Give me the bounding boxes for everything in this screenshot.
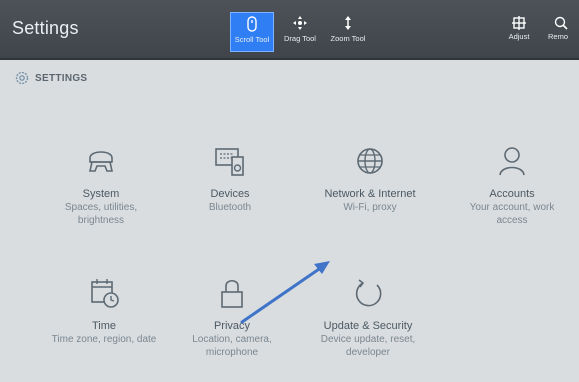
tile-title: Network & Internet [324, 188, 416, 200]
lock-icon [172, 270, 292, 316]
window-title: Settings [12, 18, 79, 38]
settings-content: SETTINGS System Spaces, utilities, brigh… [0, 60, 579, 382]
tile-desc: Device update, reset, developer [320, 334, 416, 358]
breadcrumb[interactable]: SETTINGS [15, 69, 87, 87]
globe-icon [308, 138, 432, 184]
tile-title: Accounts [489, 188, 535, 200]
tile-desc: Spaces, utilities, brightness [64, 202, 138, 226]
tile-system[interactable]: System Spaces, utilities, brightness [41, 138, 161, 227]
adjust-button[interactable]: Adjust [500, 16, 538, 41]
tile-desc: Bluetooth [208, 202, 252, 213]
tile-title: Update & Security [323, 320, 413, 332]
tile-devices[interactable]: Devices Bluetooth [170, 138, 290, 214]
tile-desc: Location, camera, microphone [192, 334, 272, 358]
calendar-clock-icon [44, 270, 164, 316]
refresh-icon [306, 270, 430, 316]
adjust-label: Adjust [508, 32, 530, 41]
tile-title: Devices [210, 188, 250, 200]
drag-tool-label: Drag Tool [284, 34, 316, 43]
title-bar: Settings Scroll Tool Drag Tool Zoom Tool… [0, 0, 579, 60]
scroll-tool-label: Scroll Tool [234, 35, 270, 44]
remove-label: Remo [548, 32, 569, 41]
tile-desc: Wi-Fi, proxy [343, 202, 397, 213]
remove-button[interactable]: Remo [544, 16, 579, 41]
drag-icon [278, 12, 322, 34]
tile-desc: Your account, work access [469, 202, 555, 226]
tile-accounts[interactable]: Accounts Your account, work access [452, 138, 572, 227]
zoom-tool-label: Zoom Tool [330, 34, 366, 43]
tile-privacy[interactable]: Privacy Location, camera, microphone [172, 270, 292, 359]
tile-time[interactable]: Time Time zone, region, date [44, 270, 164, 346]
drag-tool-button[interactable]: Drag Tool [278, 12, 322, 52]
adjust-icon [500, 16, 538, 32]
tile-desc: Time zone, region, date [51, 334, 157, 345]
gear-icon [15, 71, 29, 85]
remove-icon [544, 16, 579, 32]
zoom-tool-button[interactable]: Zoom Tool [326, 12, 370, 52]
tile-update-security[interactable]: Update & Security Device update, reset, … [306, 270, 430, 359]
tile-title: System [82, 188, 120, 200]
scroll-tool-button[interactable]: Scroll Tool [230, 12, 274, 52]
tile-title: Privacy [213, 320, 251, 332]
devices-icon [170, 138, 290, 184]
tile-title: Time [91, 320, 117, 332]
breadcrumb-label: SETTINGS [35, 72, 88, 84]
scroll-icon [231, 13, 273, 35]
system-icon [41, 138, 161, 184]
zoom-icon [326, 12, 370, 34]
person-icon [452, 138, 572, 184]
tile-network-internet[interactable]: Network & Internet Wi-Fi, proxy [308, 138, 432, 214]
